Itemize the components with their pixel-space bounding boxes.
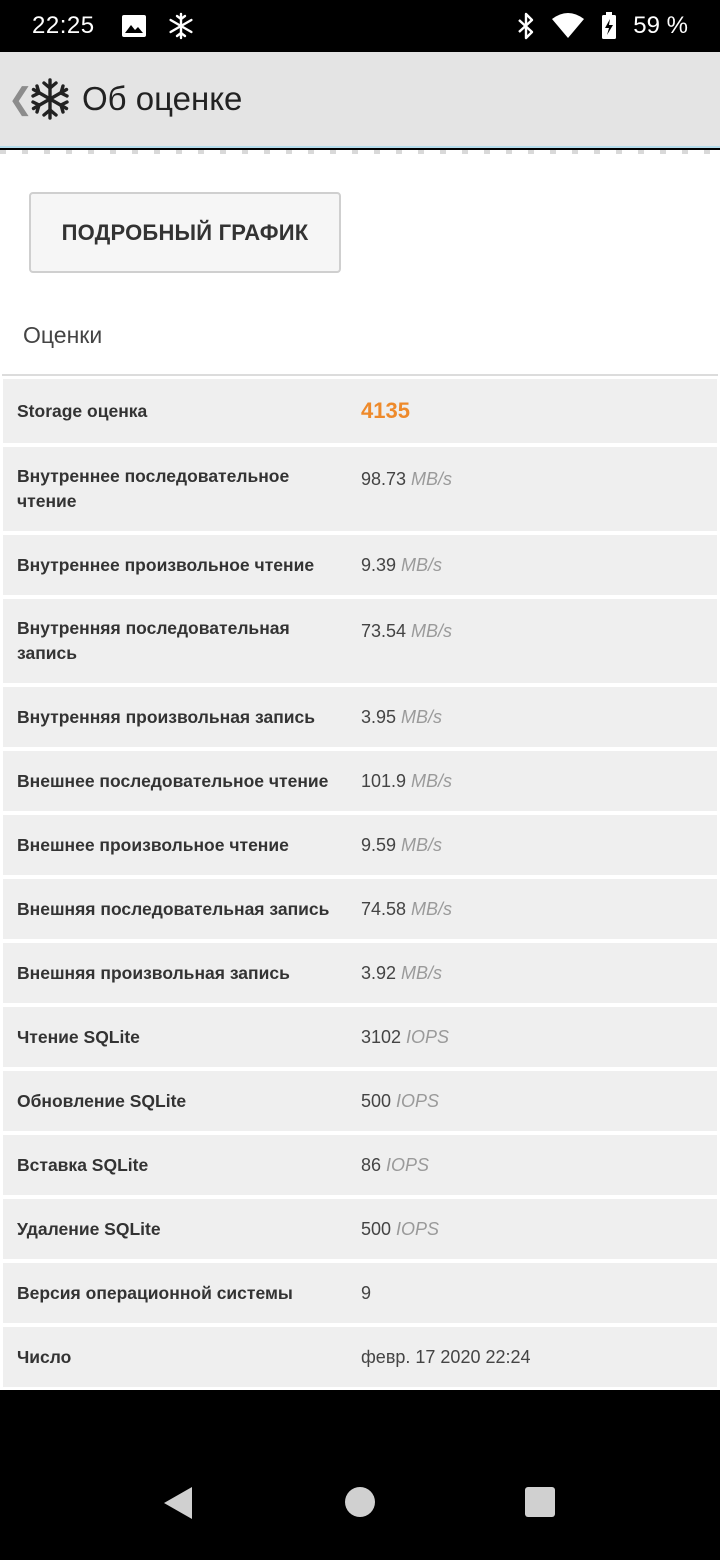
battery-percentage: 59 % — [633, 12, 688, 39]
table-row: Удаление SQLite 500 IOPS — [3, 1199, 717, 1263]
snowflake-logo-icon — [31, 78, 69, 120]
chevron-left-icon[interactable]: ❮ — [8, 82, 33, 117]
status-right: 59 % — [517, 12, 688, 40]
row-value: 86 IOPS — [361, 1154, 430, 1175]
status-left-icons — [121, 12, 195, 40]
table-row: Внешняя последовательная запись 74.58 MB/… — [3, 879, 717, 943]
row-value: 3102 IOPS — [361, 1026, 450, 1047]
table-row: Обновление SQLite 500 IOPS — [3, 1071, 717, 1135]
row-label: Внутреннее произвольное чтение — [17, 554, 315, 575]
app-bar: ❮ Об оценке — [0, 52, 720, 148]
scroll-edge — [0, 150, 720, 154]
row-label: Внешняя последовательная запись — [17, 898, 330, 919]
score-value: 4135 — [361, 398, 410, 423]
table-row: Версия операционной системы 9 — [3, 1263, 717, 1327]
table-row: Внутреннее произвольное чтение 9.39 MB/s — [3, 535, 717, 599]
status-bar: 22:25 59 % — [0, 0, 720, 52]
row-value: 9.39 MB/s — [361, 554, 443, 575]
table-row: Внутреннее последовательное чтение 98.73… — [3, 447, 717, 535]
screen: 22:25 59 % ❮ Об оценке ПОДРОБНЫЙ ГРАФИК … — [0, 0, 720, 1560]
page-title: Об оценке — [82, 80, 243, 117]
row-value: 9.59 MB/s — [361, 834, 443, 855]
section-title: Оценки — [23, 322, 103, 348]
section-divider — [2, 374, 718, 376]
square-recents-icon[interactable] — [524, 1486, 556, 1518]
row-value: 101.9 MB/s — [361, 770, 453, 791]
row-value: 74.58 MB/s — [361, 898, 453, 919]
scores-table: Storage оценка 4135 Внутреннее последова… — [3, 379, 717, 1390]
table-row: Внешнее последовательное чтение 101.9 MB/… — [3, 751, 717, 815]
row-value: 3.92 MB/s — [361, 962, 443, 983]
table-row: Внутренняя произвольная запись 3.95 MB/s — [3, 687, 717, 751]
table-row: Внешняя произвольная запись 3.92 MB/s — [3, 943, 717, 1007]
battery-icon — [602, 12, 617, 39]
status-time: 22:25 — [32, 12, 95, 39]
table-row: Чтение SQLite 3102 IOPS — [3, 1007, 717, 1071]
row-value: 3.95 MB/s — [361, 706, 443, 727]
row-value: 500 IOPS — [361, 1218, 440, 1239]
row-label: Обновление SQLite — [17, 1090, 187, 1111]
image-icon — [121, 15, 146, 37]
row-label: Внутренняя произвольная запись — [17, 706, 316, 727]
table-row: Storage оценка 4135 — [3, 379, 717, 447]
table-row: Вставка SQLite 86 IOPS — [3, 1135, 717, 1199]
row-value: 73.54 MB/s — [361, 621, 453, 641]
row-label: Число — [17, 1346, 72, 1367]
snowflake-icon — [168, 12, 193, 40]
triangle-back-icon[interactable] — [162, 1486, 194, 1520]
table-row: Число февр. 17 2020 22:24 — [3, 1327, 717, 1390]
row-label: Внешняя произвольная запись — [17, 962, 290, 983]
circle-home-icon[interactable] — [344, 1486, 376, 1518]
bluetooth-icon — [518, 12, 534, 40]
row-label: Storage оценка — [17, 400, 148, 421]
row-value: февр. 17 2020 22:24 — [361, 1346, 531, 1367]
row-value: 500 IOPS — [361, 1090, 440, 1111]
table-row: Внутренняя последовательная запись 73.54… — [3, 599, 717, 687]
row-label: Внешнее последовательное чтение — [17, 770, 329, 791]
row-label: Внутренняя последовательная запись — [17, 618, 290, 663]
navigation-bar — [0, 1390, 720, 1560]
row-label: Внутреннее последовательное чтение — [17, 466, 290, 511]
table-row: Внешнее произвольное чтение 9.59 MB/s — [3, 815, 717, 879]
row-label: Вставка SQLite — [17, 1154, 149, 1175]
row-value: 9 — [361, 1282, 372, 1303]
wifi-icon — [552, 13, 585, 38]
row-value: 98.73 MB/s — [361, 469, 453, 489]
row-label: Внешнее произвольное чтение — [17, 834, 289, 855]
detailed-graph-button[interactable]: ПОДРОБНЫЙ ГРАФИК — [29, 192, 341, 273]
row-label: Удаление SQLite — [17, 1218, 161, 1239]
row-value: 4135 — [361, 398, 415, 424]
content-area[interactable]: ПОДРОБНЫЙ ГРАФИК Оценки Storage оценка 4… — [0, 150, 720, 1390]
row-label: Чтение SQLite — [17, 1026, 140, 1047]
row-label: Версия операционной системы — [17, 1282, 293, 1303]
